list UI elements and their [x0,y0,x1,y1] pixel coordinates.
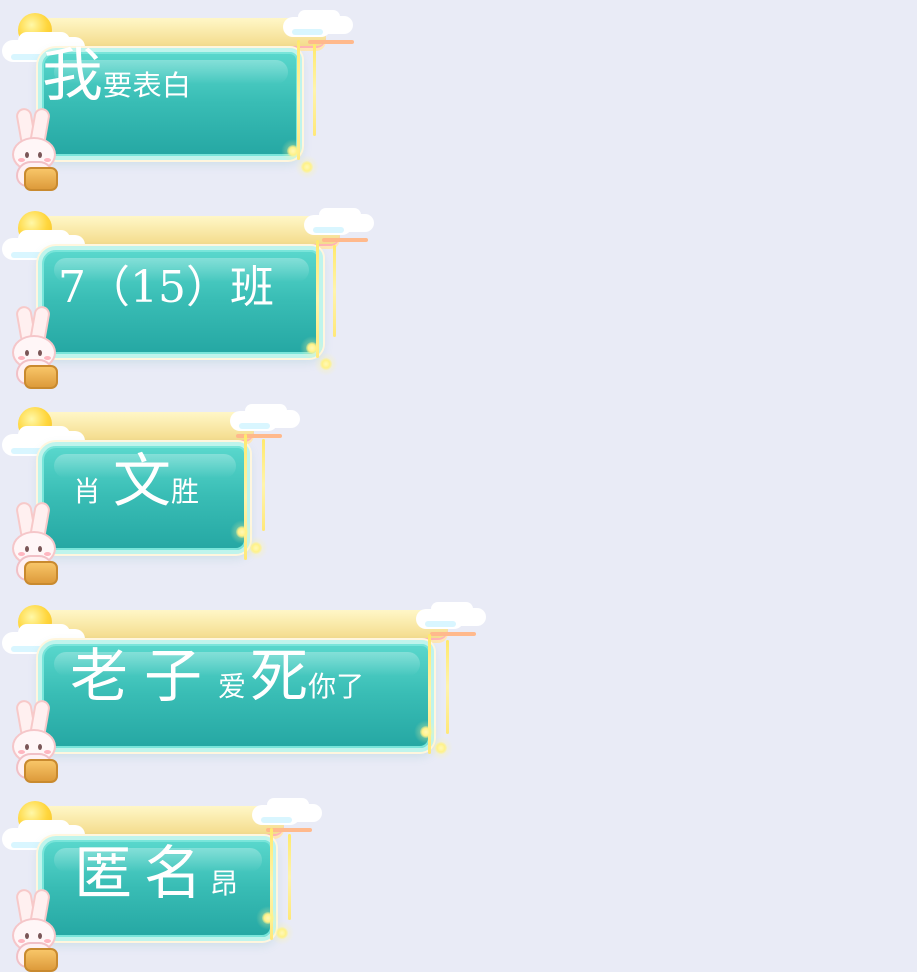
text-segment-1: 老 [70,642,129,710]
text-segment-3: 表 [132,69,162,102]
tassel-icon [262,439,265,531]
text-segment-2: 名 [144,839,203,907]
bead-icon [300,336,324,360]
rabbit-icon [4,884,64,972]
tassel-icon [313,44,316,136]
text-segment-4: 白 [161,69,192,102]
text-segment-1: 我 [42,41,103,109]
text-segment-3: 胜 [171,475,200,508]
cloud-icon [416,609,464,629]
bead-icon [270,921,294,945]
message-text: 老子爱死你了 [70,647,364,705]
cloud-icon [230,411,278,431]
text-segment-5: 你 [308,670,337,703]
bead-icon [429,736,453,760]
chat-message-5[interactable]: 匿名昂 [0,788,320,972]
message-text: 匿名昂 [74,844,238,902]
chat-message-3[interactable]: 肖文胜 [0,394,300,585]
chat-message-2[interactable]: 7（15）班 [0,198,368,389]
mooncake-icon [24,759,58,783]
bead-icon [281,139,305,163]
text-segment-6: 了 [336,670,365,703]
bead-icon [230,520,254,544]
message-text: 7（15）班 [58,266,274,310]
rabbit-icon [4,695,64,783]
rabbit-icon [4,301,64,389]
mooncake-icon [24,167,58,191]
tassel-icon [288,834,291,920]
bead-icon [414,720,438,744]
tassel-icon [446,640,449,734]
cloud-icon [283,17,331,37]
scroll-banner-top [40,216,368,244]
rabbit-icon [4,497,64,585]
scroll-banner-top [40,610,476,638]
cloud-icon [252,805,300,825]
text-segment-2: 文 [113,447,172,515]
bead-icon [244,536,268,560]
chat-message-1[interactable]: 我要表白 [0,0,354,191]
text-segment-4: 死 [250,642,309,710]
mooncake-icon [24,948,58,972]
bead-icon [314,352,338,376]
scroll-banner-top [40,806,312,834]
text-segment-3: 爱 [218,670,247,703]
text-segment-3: 昂 [210,867,239,900]
bead-icon [295,155,319,179]
tassel-icon [333,245,336,337]
scroll-banner-top [40,412,282,440]
text-segment-1: 肖 [73,475,102,508]
text-segment-1: 7（15）班 [58,262,274,313]
text-segment-2: 要 [102,69,133,102]
mooncake-icon [24,365,58,389]
message-text: 肖文胜 [73,452,199,510]
bead-icon [256,906,280,930]
mooncake-icon [24,561,58,585]
chat-message-4[interactable]: 老子爱死你了 [0,592,480,783]
rabbit-icon [4,103,64,191]
cloud-icon [304,215,352,235]
text-segment-2: 子 [144,642,203,710]
text-segment-1: 匿 [74,839,133,907]
message-text: 我要表白 [42,46,191,104]
